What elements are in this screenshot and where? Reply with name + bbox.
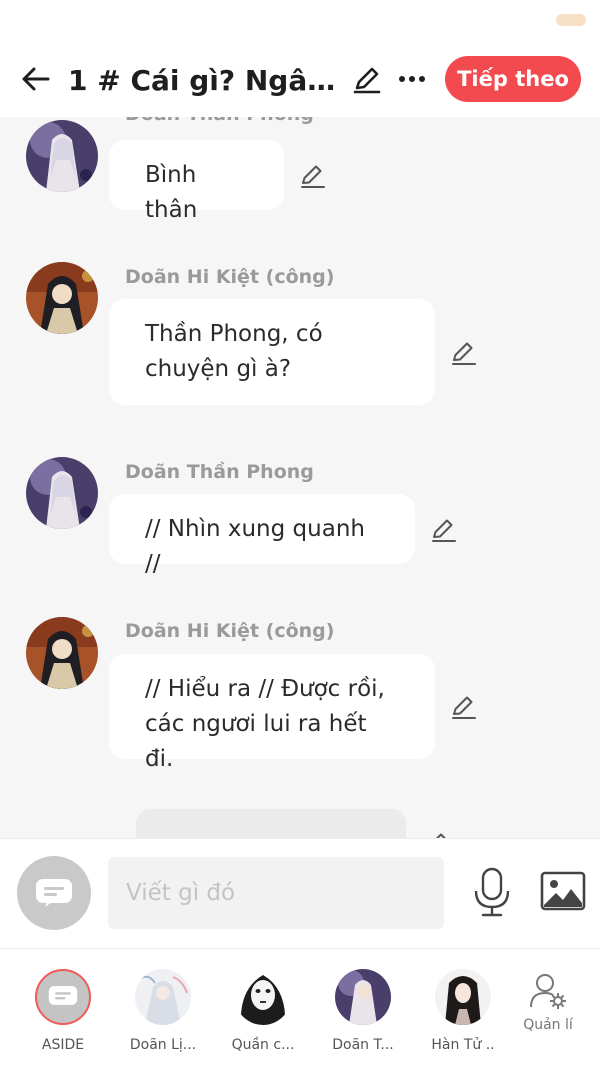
message-text: Bình thân <box>145 162 198 223</box>
message-text: Thần Phong, có <box>145 321 323 347</box>
microphone-icon[interactable] <box>470 867 514 917</box>
chat-area[interactable]: Doãn Thần Phong Bình thân Doãn Hi Kiệt (… <box>0 117 600 838</box>
role-aside[interactable]: ASIDE <box>18 969 108 1053</box>
edit-title-icon[interactable] <box>351 63 383 95</box>
role-character[interactable]: Doãn Lị... <box>118 969 208 1053</box>
message-bubble[interactable]: // Hiểu ra // Được rồi, các ngươi lui ra… <box>109 654 435 772</box>
chat-bubble-icon <box>48 985 78 1005</box>
avatar <box>335 969 391 1025</box>
manage-roles-button[interactable]: Quản lí <box>503 971 593 1033</box>
message-bubble[interactable]: // Nhìn xung quanh // <box>109 494 415 577</box>
sender-name: Doãn Thần Phong <box>125 461 314 483</box>
aside-toggle-button[interactable] <box>17 856 91 930</box>
message-input[interactable] <box>108 857 444 929</box>
role-label: Doãn Lị... <box>129 1037 197 1053</box>
avatar <box>435 969 491 1025</box>
avatar[interactable] <box>26 262 98 334</box>
role-character[interactable]: Doãn T... <box>318 969 408 1053</box>
role-character[interactable]: Hàn Tử .. <box>418 969 508 1053</box>
status-bar <box>0 0 600 45</box>
next-button[interactable]: Tiếp theo <box>445 56 581 102</box>
sender-name: Doãn Hi Kiệt (công) <box>125 266 335 288</box>
avatar[interactable] <box>26 617 98 689</box>
message-text: chuyện gì à? <box>145 356 292 382</box>
edit-message-icon[interactable] <box>449 692 477 720</box>
role-label: Hàn Tử .. <box>431 1037 495 1053</box>
back-arrow-icon[interactable] <box>18 61 54 97</box>
role-label: ASIDE <box>41 1037 85 1053</box>
message-bubble[interactable]: Thần Phong, có chuyện gì à? <box>109 299 435 405</box>
message-text: các ngươi lui ra hết đi. <box>145 711 367 772</box>
aside-bubble[interactable] <box>136 809 406 838</box>
image-icon[interactable] <box>540 871 586 911</box>
avatar <box>135 969 191 1025</box>
sender-name: Doãn Thần Phong <box>125 117 314 125</box>
chat-bubble-icon <box>36 879 72 907</box>
aside-avatar <box>35 969 91 1025</box>
avatar <box>235 969 291 1025</box>
role-character[interactable]: Quần c... <box>218 969 308 1053</box>
message-text: // Hiểu ra // Được rồi, <box>145 676 385 702</box>
edit-message-icon[interactable] <box>423 829 451 838</box>
edit-message-icon[interactable] <box>429 515 457 543</box>
battery-icon <box>556 14 586 26</box>
message-text: // Nhìn xung quanh // <box>145 516 365 577</box>
avatar[interactable] <box>26 120 98 192</box>
avatar[interactable] <box>26 457 98 529</box>
page-title: 1 # Cái gì? Ngâ... <box>68 64 338 97</box>
more-options-icon[interactable] <box>396 63 428 95</box>
composer-bar <box>0 838 600 948</box>
role-label: Doãn T... <box>332 1037 394 1053</box>
message-bubble[interactable]: Bình thân <box>109 140 284 223</box>
sender-name: Doãn Hi Kiệt (công) <box>125 620 335 642</box>
role-label: Quần c... <box>231 1037 295 1053</box>
role-label: Quản lí <box>523 1017 573 1033</box>
header: 1 # Cái gì? Ngâ... Tiếp theo <box>0 45 600 117</box>
user-settings-icon <box>530 974 566 1009</box>
roles-bar: ASIDE Doãn Lị... Quần c... Doãn T... Hàn… <box>0 948 600 1067</box>
edit-message-icon[interactable] <box>449 338 477 366</box>
edit-message-icon[interactable] <box>298 161 326 189</box>
